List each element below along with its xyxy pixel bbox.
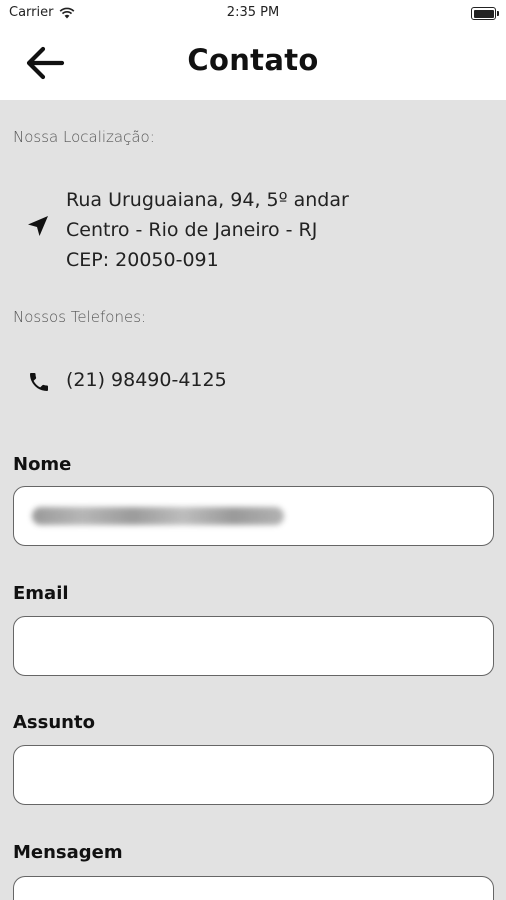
address-block: Rua Uruguaiana, 94, 5º andar Centro - Ri… <box>66 185 349 275</box>
address-line-3: CEP: 20050-091 <box>66 249 219 271</box>
location-section-label: Nossa Localização: <box>13 128 155 146</box>
status-bar: Carrier 2:35 PM <box>0 0 506 28</box>
nome-value-blurred <box>32 507 284 525</box>
mensagem-label: Mensagem <box>13 842 123 863</box>
phone-icon <box>30 373 48 391</box>
navigation-arrow-icon <box>28 216 48 236</box>
phone-number[interactable]: (21) 98490-4125 <box>66 369 227 391</box>
phones-section-label: Nossos Telefones: <box>13 308 147 326</box>
nav-bar: Contato <box>0 28 506 100</box>
assunto-input[interactable] <box>13 745 494 805</box>
mensagem-input[interactable] <box>13 876 494 900</box>
battery-icon <box>471 7 499 20</box>
email-input[interactable] <box>13 616 494 676</box>
address-line-2: Centro - Rio de Janeiro - RJ <box>66 219 318 241</box>
address-line-1: Rua Uruguaiana, 94, 5º andar <box>66 189 349 211</box>
page-title: Contato <box>187 43 319 77</box>
status-time: 2:35 PM <box>226 5 280 20</box>
email-label: Email <box>13 583 69 604</box>
nome-label: Nome <box>13 454 72 475</box>
assunto-label: Assunto <box>13 712 95 733</box>
